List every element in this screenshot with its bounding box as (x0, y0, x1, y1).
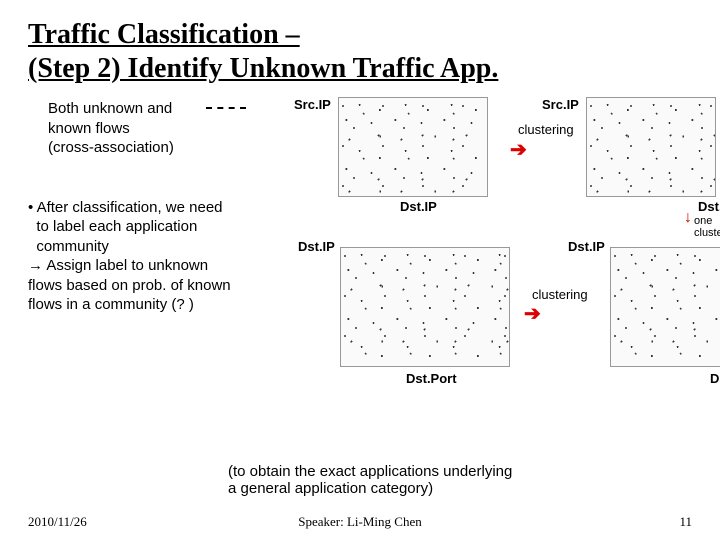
ylabel-srcip-1: Src.IP (294, 97, 331, 112)
bullet-line3: community (28, 238, 109, 255)
xlabel-dstport-4: Dst.Port (710, 371, 720, 386)
footer-page: 11 (679, 514, 692, 530)
note1-line3: (cross-association) (48, 139, 174, 156)
note1-line1: Both unknown and (48, 100, 172, 117)
ylabel-srcip-2: Src.IP (542, 97, 579, 112)
footer: 2010/11/26 Speaker: Li-Ming Chen 11 (28, 514, 692, 530)
xlabel-dstip-2: Dst.IP (698, 199, 720, 214)
bullet-line5: flows based on prob. of known (28, 277, 231, 294)
bullet-block: • After classification, we need to label… (28, 198, 278, 315)
xlabel-dstport-3: Dst.Port (406, 371, 457, 386)
ylabel-dstip-3: Dst.IP (298, 239, 335, 254)
arrow-right-icon-bottom: ➔ (524, 301, 541, 326)
scatter-plot-1 (338, 97, 488, 197)
note-cross-association: Both unknown and known flows (cross-asso… (28, 99, 278, 158)
chart-top-left: Src.IP Dst.IP (308, 97, 488, 197)
footer-speaker: Speaker: Li-Ming Chen (298, 514, 421, 530)
title-line1: Traffic Classification – (28, 19, 300, 50)
chart-bottom-right: Dst.IP Dst.Port (578, 247, 720, 367)
content-row: Both unknown and known flows (cross-asso… (28, 97, 692, 457)
ylabel-dstip-4: Dst.IP (568, 239, 605, 254)
title-line2: (Step 2) Identify Unknown Traffic App. (28, 53, 498, 84)
bullet-line2: to label each application (28, 218, 197, 235)
slide: Traffic Classification – (Step 2) Identi… (0, 0, 720, 540)
bullet-line6: flows in a community (? ) (28, 296, 194, 313)
arrow-down-icon: ↓ (684, 209, 692, 227)
scatter-plot-2 (586, 97, 716, 197)
slide-title: Traffic Classification – (Step 2) Identi… (28, 18, 692, 85)
note1-line2: known flows (48, 120, 130, 137)
caption-line2: a general application category) (228, 480, 433, 497)
one-cluster-label: one cluster (694, 215, 720, 239)
footer-date: 2010/11/26 (28, 514, 87, 530)
scatter-plot-4 (610, 247, 720, 367)
xlabel-dstip-1: Dst.IP (400, 199, 437, 214)
bullet-line4: → Assign label to unknown (28, 257, 208, 274)
charts-area: Src.IP Dst.IP clustering ➔ Src.IP Dst.IP… (288, 97, 692, 457)
chart-top-right: Src.IP Dst.IP (550, 97, 716, 197)
chart-bottom-left: Dst.IP Dst.Port (310, 247, 510, 367)
arrow-right-icon-top: ➔ (510, 137, 527, 162)
caption: (to obtain the exact applications underl… (228, 463, 692, 497)
scatter-plot-3 (340, 247, 510, 367)
caption-line1: (to obtain the exact applications underl… (228, 463, 512, 480)
bullet-line1: • After classification, we need (28, 199, 223, 216)
dashed-connector (206, 107, 246, 109)
left-column: Both unknown and known flows (cross-asso… (28, 97, 278, 457)
